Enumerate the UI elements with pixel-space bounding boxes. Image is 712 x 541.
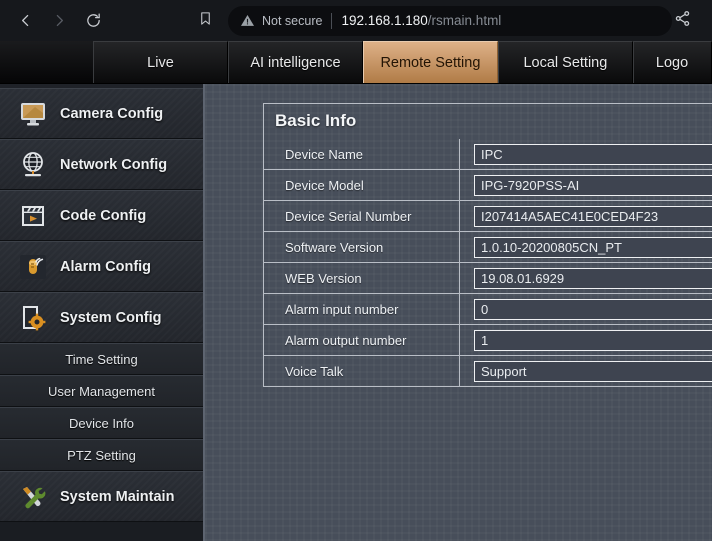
page-title: Basic Info: [263, 103, 712, 139]
table-row: Alarm output number 1: [263, 325, 712, 356]
sidebar-item-camera-config[interactable]: Camera Config: [0, 88, 203, 139]
sidebar-item-system-config[interactable]: System Config: [0, 292, 203, 343]
sidebar-item-code-config[interactable]: Code Config: [0, 190, 203, 241]
browser-toolbar: Not secure 192.168.1.180/rsmain.html: [0, 0, 712, 41]
globe-icon: [18, 150, 48, 180]
device-name-input[interactable]: IPC: [474, 143, 712, 165]
tab-logout[interactable]: Logo: [632, 41, 712, 83]
table-row: Device Name IPC: [263, 139, 712, 170]
sidebar-subitem-label: User Management: [48, 383, 155, 399]
device-serial-number-input[interactable]: I207414A5AEC41E0CED4F23: [474, 205, 712, 227]
table-row: Software Version 1.0.10-20200805CN_PT: [263, 232, 712, 263]
tab-label: Local Setting: [523, 54, 608, 71]
row-value: 1.0.10-20200805CN_PT: [460, 232, 712, 262]
row-value: IPG-7920PSS-AI: [460, 170, 712, 200]
tab-label: Logo: [655, 54, 689, 71]
sidebar-item-network-config[interactable]: Network Config: [0, 139, 203, 190]
tab-local-setting[interactable]: Local Setting: [497, 41, 633, 83]
sidebar-item-label: Code Config: [60, 207, 147, 224]
sidebar-item-device-info[interactable]: Device Info: [0, 407, 203, 439]
row-value: 0: [460, 294, 712, 324]
url-host: 192.168.1.180: [341, 13, 428, 28]
device-model-input[interactable]: IPG-7920PSS-AI: [474, 174, 712, 196]
share-button[interactable]: [674, 4, 704, 38]
row-label: WEB Version: [264, 263, 460, 293]
sidebar-subitem-label: Device Info: [68, 415, 135, 431]
sidebar-subitem-label: PTZ Setting: [67, 447, 136, 463]
sidebar: Camera Config Network Config Code Config…: [0, 84, 205, 541]
row-value: I207414A5AEC41E0CED4F23: [460, 201, 712, 231]
app-body: Camera Config Network Config Code Config…: [0, 84, 712, 541]
forward-button[interactable]: [42, 4, 76, 38]
row-label: Voice Talk: [264, 356, 460, 386]
alarm-bell-icon: [18, 252, 48, 282]
sidebar-item-time-setting[interactable]: Time Setting: [0, 343, 203, 375]
row-value: Support: [460, 356, 712, 386]
table-row: Device Serial Number I207414A5AEC41E0CED…: [263, 201, 712, 232]
web-app: Live AI intelligence Remote Setting Loca…: [0, 41, 712, 541]
bookmark-button[interactable]: [188, 4, 222, 38]
sidebar-item-system-maintain[interactable]: System Maintain: [0, 471, 203, 522]
row-label: Device Name: [264, 139, 460, 169]
back-arrow-icon: [17, 12, 34, 29]
tab-live[interactable]: Live: [93, 41, 228, 83]
film-play-icon: [18, 201, 48, 231]
table-row: Device Model IPG-7920PSS-AI: [263, 170, 712, 201]
table-row: WEB Version 19.08.01.6929: [263, 263, 712, 294]
reload-button[interactable]: [76, 4, 110, 38]
software-version-input[interactable]: 1.0.10-20200805CN_PT: [474, 236, 712, 258]
sidebar-item-alarm-config[interactable]: Alarm Config: [0, 241, 203, 292]
row-label: Software Version: [264, 232, 460, 262]
sidebar-item-user-management[interactable]: User Management: [0, 375, 203, 407]
row-value: 19.08.01.6929: [460, 263, 712, 293]
alarm-input-number-input[interactable]: 0: [474, 298, 712, 320]
reload-icon: [85, 12, 102, 29]
sidebar-item-label: Network Config: [60, 156, 168, 173]
monitor-icon: [18, 99, 48, 129]
sidebar-item-label: System Config: [60, 309, 162, 326]
row-label: Alarm input number: [264, 294, 460, 324]
table-row: Alarm input number 0: [263, 294, 712, 325]
row-label: Device Serial Number: [264, 201, 460, 231]
url-divider: [331, 12, 333, 29]
sidebar-item-ptz-setting[interactable]: PTZ Setting: [0, 439, 203, 471]
main-tabbar: Live AI intelligence Remote Setting Loca…: [0, 41, 712, 84]
row-value: 1: [460, 325, 712, 355]
row-value: IPC: [460, 139, 712, 169]
sidebar-subitem-label: Time Setting: [65, 351, 138, 367]
tab-remote-setting[interactable]: Remote Setting: [362, 41, 498, 83]
basic-info-panel: Basic Info Device Name IPC Device Model …: [263, 103, 712, 387]
sidebar-item-label: Camera Config: [60, 105, 164, 122]
tab-label: Remote Setting: [380, 54, 481, 71]
tab-ai-intelligence[interactable]: AI intelligence: [227, 41, 363, 83]
alarm-output-number-input[interactable]: 1: [474, 329, 712, 351]
sidebar-item-label: System Maintain: [60, 488, 175, 505]
forward-arrow-icon: [51, 12, 68, 29]
row-label: Alarm output number: [264, 325, 460, 355]
wrench-screwdriver-icon: [18, 482, 48, 512]
warning-triangle-icon: [240, 13, 255, 28]
tab-label: Live: [147, 54, 174, 71]
table-row: Voice Talk Support: [263, 356, 712, 387]
voice-talk-input[interactable]: Support: [474, 360, 712, 382]
bookmark-icon: [198, 10, 213, 32]
tab-label: AI intelligence: [250, 54, 341, 71]
address-bar[interactable]: Not secure 192.168.1.180/rsmain.html: [228, 5, 672, 36]
security-status-label: Not secure: [262, 13, 323, 28]
back-button[interactable]: [8, 4, 42, 38]
sidebar-item-label: Alarm Config: [60, 258, 152, 275]
url-text: 192.168.1.180/rsmain.html: [341, 13, 501, 28]
content-area: Basic Info Device Name IPC Device Model …: [205, 84, 712, 541]
row-label: Device Model: [264, 170, 460, 200]
share-icon: [674, 10, 691, 32]
url-path: /rsmain.html: [427, 13, 502, 28]
document-gear-icon: [18, 303, 48, 333]
web-version-input[interactable]: 19.08.01.6929: [474, 267, 712, 289]
